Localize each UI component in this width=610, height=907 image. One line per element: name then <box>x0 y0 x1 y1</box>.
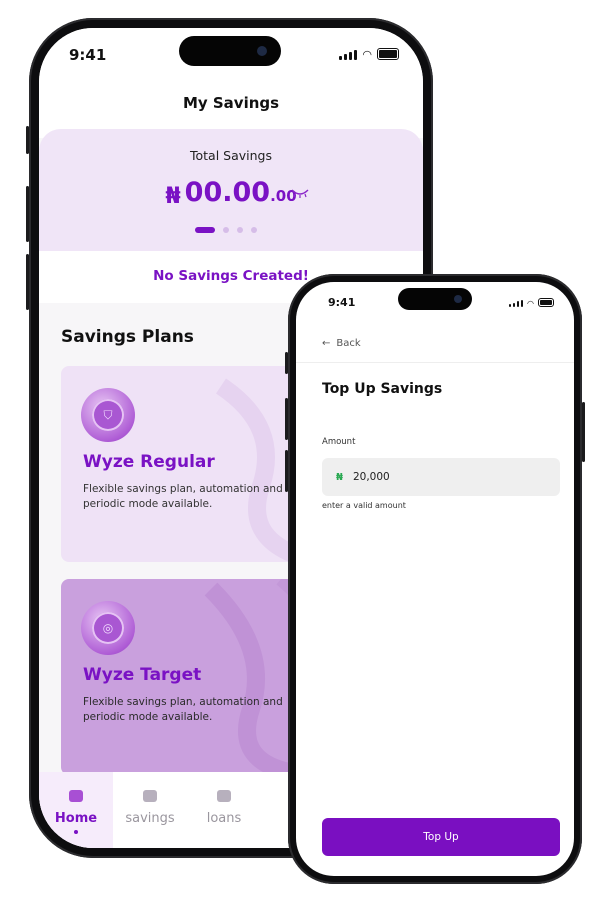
amount-value: 20,000 <box>352 471 390 483</box>
active-tab-dot <box>74 830 78 834</box>
target-badge-icon: ◎ <box>81 601 135 655</box>
status-bar: 9:41 ◠ <box>296 282 574 336</box>
volume-up-button <box>285 398 288 440</box>
signal-icon <box>339 50 358 60</box>
volume-down-button <box>285 450 288 492</box>
carousel-dot-active[interactable] <box>195 227 215 233</box>
top-up-screen: 9:41 ◠ ← Back Top Up Savings Amount ₦ 20,… <box>296 282 574 876</box>
dynamic-island <box>179 36 281 66</box>
mute-switch <box>285 352 288 374</box>
tab-label: Home <box>54 811 98 826</box>
plan-description: Flexible savings plan, automation and pe… <box>83 696 283 723</box>
plan-name: Wyze Target <box>83 665 202 685</box>
plan-name: Wyze Regular <box>83 452 215 472</box>
plan-description: Flexible savings plan, automation and pe… <box>83 483 283 510</box>
total-savings-amount: ₦ 00.00.00 <box>39 177 423 209</box>
wifi-icon: ◠ <box>527 299 534 308</box>
volume-up-button <box>26 186 29 242</box>
mute-switch <box>26 126 29 154</box>
shield-badge-icon: ⛉ <box>81 388 135 442</box>
total-savings-label: Total Savings <box>189 148 272 163</box>
header-divider <box>296 362 574 363</box>
currency-symbol: ₦ <box>165 184 181 209</box>
tab-loans[interactable]: loans <box>187 772 261 848</box>
status-icons: ◠ <box>339 48 399 60</box>
carousel-indicator <box>195 227 257 233</box>
battery-icon <box>538 298 554 307</box>
tab-label: loans <box>206 811 242 826</box>
tab-savings[interactable]: savings <box>113 772 187 848</box>
loans-icon <box>217 790 231 802</box>
camera-icon <box>454 295 462 303</box>
battery-icon <box>377 48 399 60</box>
page-title: Top Up Savings <box>322 381 443 397</box>
wifi-icon: ◠ <box>362 48 372 61</box>
back-button[interactable]: ← Back <box>322 338 361 349</box>
amount-hint: enter a valid amount <box>322 501 406 510</box>
savings-icon <box>143 790 157 802</box>
back-label: Back <box>336 338 361 349</box>
carousel-dot[interactable] <box>223 227 229 233</box>
volume-down-button <box>26 254 29 310</box>
total-savings-card: Total Savings ₦ 00.00.00 <box>39 129 423 251</box>
top-up-button[interactable]: Top Up <box>322 818 560 856</box>
carousel-dot[interactable] <box>251 227 257 233</box>
amount-input[interactable]: ₦ 20,000 <box>322 458 560 496</box>
hide-balance-eye-icon[interactable] <box>291 187 309 201</box>
naira-icon: ₦ <box>336 471 343 483</box>
carousel-dot[interactable] <box>237 227 243 233</box>
phone-frame-top-up: 9:41 ◠ ← Back Top Up Savings Amount ₦ 20,… <box>285 274 585 884</box>
savings-plans-heading: Savings Plans <box>61 327 194 347</box>
page-title: My Savings <box>182 94 280 112</box>
status-bar: 9:41 ◠ <box>39 28 423 82</box>
back-arrow-icon: ← <box>322 338 331 349</box>
dynamic-island <box>398 288 472 310</box>
tab-home[interactable]: Home <box>39 772 113 848</box>
status-time: 9:41 <box>69 46 107 64</box>
amount-main: 00.00 <box>184 177 271 208</box>
status-time: 9:41 <box>328 296 356 309</box>
home-icon <box>69 790 83 802</box>
power-button <box>582 402 585 462</box>
camera-icon <box>257 46 267 56</box>
tab-label: savings <box>125 811 175 826</box>
amount-label: Amount <box>322 437 356 447</box>
signal-icon <box>509 300 524 307</box>
status-icons: ◠ <box>509 298 554 308</box>
